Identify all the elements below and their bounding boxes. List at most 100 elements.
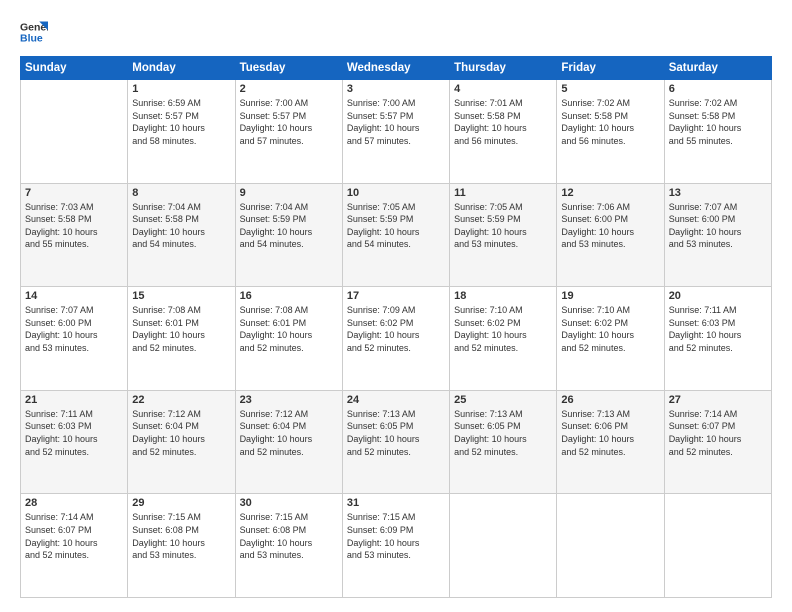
calendar-cell: 26 Sunrise: 7:13 AM Sunset: 6:06 PM Dayli… xyxy=(557,390,664,494)
weekday-header-saturday: Saturday xyxy=(664,57,771,80)
calendar-cell: 4 Sunrise: 7:01 AM Sunset: 5:58 PM Daylig… xyxy=(450,80,557,184)
weekday-header-monday: Monday xyxy=(128,57,235,80)
day-number: 11 xyxy=(454,187,552,199)
day-info: Sunrise: 7:05 AM Sunset: 5:59 PM Dayligh… xyxy=(347,201,445,251)
calendar-cell: 9 Sunrise: 7:04 AM Sunset: 5:59 PM Daylig… xyxy=(235,183,342,287)
calendar-cell: 14 Sunrise: 7:07 AM Sunset: 6:00 PM Dayli… xyxy=(21,287,128,391)
day-number: 8 xyxy=(132,187,230,199)
day-number: 2 xyxy=(240,83,338,95)
week-row-0: 1 Sunrise: 6:59 AM Sunset: 5:57 PM Daylig… xyxy=(21,80,772,184)
calendar-cell: 1 Sunrise: 6:59 AM Sunset: 5:57 PM Daylig… xyxy=(128,80,235,184)
day-info: Sunrise: 7:00 AM Sunset: 5:57 PM Dayligh… xyxy=(347,97,445,147)
week-row-1: 7Sunrise: 7:03 AM Sunset: 5:58 PM Daylig… xyxy=(21,183,772,287)
calendar-cell: 30Sunrise: 7:15 AM Sunset: 6:08 PM Dayli… xyxy=(235,494,342,598)
day-number: 28 xyxy=(25,497,123,509)
day-info: Sunrise: 7:14 AM Sunset: 6:07 PM Dayligh… xyxy=(669,408,767,458)
day-number: 17 xyxy=(347,290,445,302)
day-number: 29 xyxy=(132,497,230,509)
day-info: Sunrise: 7:15 AM Sunset: 6:08 PM Dayligh… xyxy=(240,511,338,561)
header: General Blue xyxy=(20,18,772,46)
day-number: 4 xyxy=(454,83,552,95)
day-info: Sunrise: 7:04 AM Sunset: 5:59 PM Dayligh… xyxy=(240,201,338,251)
calendar-cell xyxy=(557,494,664,598)
day-number: 21 xyxy=(25,394,123,406)
calendar-cell: 25Sunrise: 7:13 AM Sunset: 6:05 PM Dayli… xyxy=(450,390,557,494)
weekday-header-row: SundayMondayTuesdayWednesdayThursdayFrid… xyxy=(21,57,772,80)
day-info: Sunrise: 7:07 AM Sunset: 6:00 PM Dayligh… xyxy=(25,304,123,354)
weekday-header-wednesday: Wednesday xyxy=(342,57,449,80)
day-number: 12 xyxy=(561,187,659,199)
calendar-table: SundayMondayTuesdayWednesdayThursdayFrid… xyxy=(20,56,772,598)
calendar-cell: 15 Sunrise: 7:08 AM Sunset: 6:01 PM Dayli… xyxy=(128,287,235,391)
calendar-cell: 11Sunrise: 7:05 AM Sunset: 5:59 PM Dayli… xyxy=(450,183,557,287)
day-number: 13 xyxy=(669,187,767,199)
calendar-cell: 7Sunrise: 7:03 AM Sunset: 5:58 PM Daylig… xyxy=(21,183,128,287)
calendar-cell: 24 Sunrise: 7:13 AM Sunset: 6:05 PM Dayli… xyxy=(342,390,449,494)
calendar-cell: 2 Sunrise: 7:00 AM Sunset: 5:57 PM Daylig… xyxy=(235,80,342,184)
day-info: Sunrise: 7:13 AM Sunset: 6:06 PM Dayligh… xyxy=(561,408,659,458)
day-number: 25 xyxy=(454,394,552,406)
day-info: Sunrise: 7:11 AM Sunset: 6:03 PM Dayligh… xyxy=(25,408,123,458)
day-info: Sunrise: 7:12 AM Sunset: 6:04 PM Dayligh… xyxy=(132,408,230,458)
calendar-cell: 19Sunrise: 7:10 AM Sunset: 6:02 PM Dayli… xyxy=(557,287,664,391)
day-number: 16 xyxy=(240,290,338,302)
calendar-cell: 12 Sunrise: 7:06 AM Sunset: 6:00 PM Dayli… xyxy=(557,183,664,287)
day-info: Sunrise: 7:06 AM Sunset: 6:00 PM Dayligh… xyxy=(561,201,659,251)
calendar-cell: 5Sunrise: 7:02 AM Sunset: 5:58 PM Daylig… xyxy=(557,80,664,184)
calendar-cell: 18 Sunrise: 7:10 AM Sunset: 6:02 PM Dayli… xyxy=(450,287,557,391)
week-row-3: 21 Sunrise: 7:11 AM Sunset: 6:03 PM Dayli… xyxy=(21,390,772,494)
calendar-cell: 27 Sunrise: 7:14 AM Sunset: 6:07 PM Dayli… xyxy=(664,390,771,494)
calendar-cell: 21 Sunrise: 7:11 AM Sunset: 6:03 PM Dayli… xyxy=(21,390,128,494)
day-number: 15 xyxy=(132,290,230,302)
week-row-4: 28Sunrise: 7:14 AM Sunset: 6:07 PM Dayli… xyxy=(21,494,772,598)
logo: General Blue xyxy=(20,18,48,46)
day-number: 26 xyxy=(561,394,659,406)
calendar-cell: 22 Sunrise: 7:12 AM Sunset: 6:04 PM Dayli… xyxy=(128,390,235,494)
day-info: Sunrise: 7:15 AM Sunset: 6:08 PM Dayligh… xyxy=(132,511,230,561)
day-info: Sunrise: 7:09 AM Sunset: 6:02 PM Dayligh… xyxy=(347,304,445,354)
calendar-cell xyxy=(450,494,557,598)
day-info: Sunrise: 7:01 AM Sunset: 5:58 PM Dayligh… xyxy=(454,97,552,147)
day-info: Sunrise: 7:15 AM Sunset: 6:09 PM Dayligh… xyxy=(347,511,445,561)
day-number: 31 xyxy=(347,497,445,509)
day-number: 20 xyxy=(669,290,767,302)
day-number: 6 xyxy=(669,83,767,95)
calendar-cell xyxy=(21,80,128,184)
calendar-cell: 20Sunrise: 7:11 AM Sunset: 6:03 PM Dayli… xyxy=(664,287,771,391)
day-info: Sunrise: 7:08 AM Sunset: 6:01 PM Dayligh… xyxy=(132,304,230,354)
day-number: 24 xyxy=(347,394,445,406)
day-info: Sunrise: 7:10 AM Sunset: 6:02 PM Dayligh… xyxy=(561,304,659,354)
calendar-cell: 10 Sunrise: 7:05 AM Sunset: 5:59 PM Dayli… xyxy=(342,183,449,287)
day-number: 27 xyxy=(669,394,767,406)
day-info: Sunrise: 7:12 AM Sunset: 6:04 PM Dayligh… xyxy=(240,408,338,458)
day-number: 7 xyxy=(25,187,123,199)
day-number: 22 xyxy=(132,394,230,406)
day-number: 9 xyxy=(240,187,338,199)
weekday-header-thursday: Thursday xyxy=(450,57,557,80)
calendar-cell: 16 Sunrise: 7:08 AM Sunset: 6:01 PM Dayli… xyxy=(235,287,342,391)
day-number: 23 xyxy=(240,394,338,406)
day-number: 1 xyxy=(132,83,230,95)
weekday-header-friday: Friday xyxy=(557,57,664,80)
calendar-cell: 13 Sunrise: 7:07 AM Sunset: 6:00 PM Dayli… xyxy=(664,183,771,287)
day-info: Sunrise: 7:10 AM Sunset: 6:02 PM Dayligh… xyxy=(454,304,552,354)
day-number: 18 xyxy=(454,290,552,302)
calendar-cell xyxy=(664,494,771,598)
calendar-cell: 17 Sunrise: 7:09 AM Sunset: 6:02 PM Dayli… xyxy=(342,287,449,391)
weekday-header-sunday: Sunday xyxy=(21,57,128,80)
page: General Blue SundayMondayTuesdayWednesda… xyxy=(0,0,792,612)
day-info: Sunrise: 7:02 AM Sunset: 5:58 PM Dayligh… xyxy=(561,97,659,147)
day-info: Sunrise: 7:07 AM Sunset: 6:00 PM Dayligh… xyxy=(669,201,767,251)
weekday-header-tuesday: Tuesday xyxy=(235,57,342,80)
day-number: 10 xyxy=(347,187,445,199)
day-info: Sunrise: 7:08 AM Sunset: 6:01 PM Dayligh… xyxy=(240,304,338,354)
day-info: Sunrise: 7:13 AM Sunset: 6:05 PM Dayligh… xyxy=(347,408,445,458)
svg-text:Blue: Blue xyxy=(20,33,43,45)
calendar-cell: 29 Sunrise: 7:15 AM Sunset: 6:08 PM Dayli… xyxy=(128,494,235,598)
day-info: Sunrise: 6:59 AM Sunset: 5:57 PM Dayligh… xyxy=(132,97,230,147)
day-info: Sunrise: 7:00 AM Sunset: 5:57 PM Dayligh… xyxy=(240,97,338,147)
logo-icon: General Blue xyxy=(20,18,48,46)
day-number: 14 xyxy=(25,290,123,302)
calendar-cell: 31 Sunrise: 7:15 AM Sunset: 6:09 PM Dayli… xyxy=(342,494,449,598)
calendar-cell: 23 Sunrise: 7:12 AM Sunset: 6:04 PM Dayli… xyxy=(235,390,342,494)
